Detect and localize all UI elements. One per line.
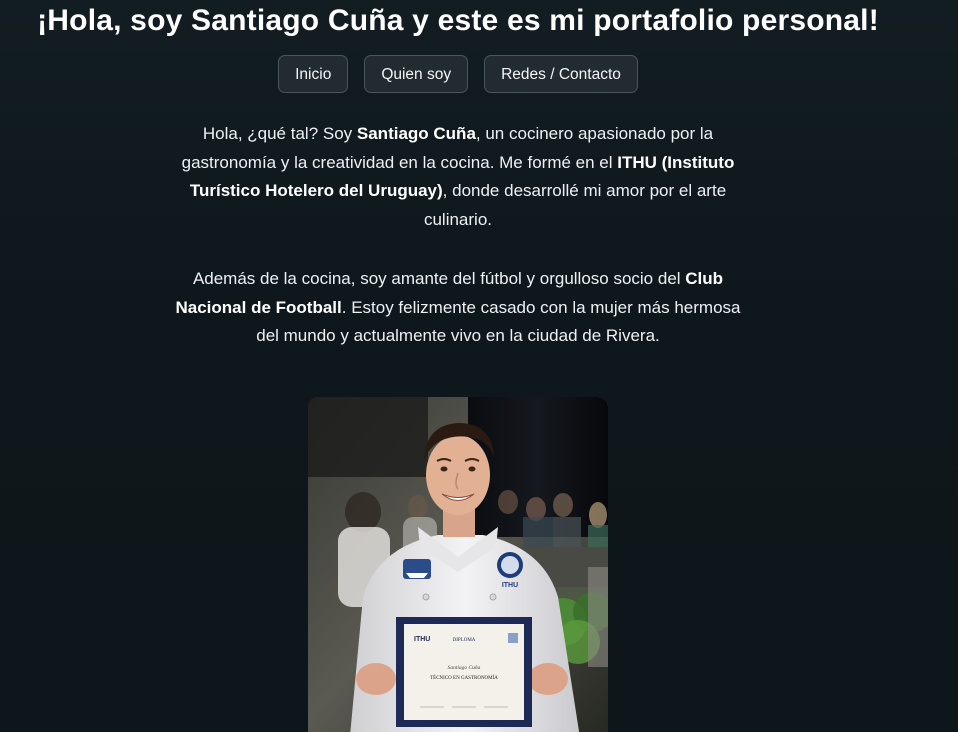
nav-button-inicio[interactable]: Inicio bbox=[278, 55, 349, 93]
bio-text: Además de la cocina, soy amante del fútb… bbox=[192, 269, 686, 288]
main-nav: Inicio Quien soy Redes / Contacto bbox=[0, 55, 916, 93]
bio-text: , donde desarrollé mi amor por el arte c… bbox=[423, 181, 727, 229]
diploma-title: TÉCNICO EN GASTRONOMÍA bbox=[430, 675, 498, 681]
jacket-badge-text: ITHU bbox=[502, 582, 518, 589]
diploma-name: Santiago Cuña bbox=[448, 665, 481, 671]
diploma-header: DIPLOMA bbox=[453, 638, 476, 643]
bio-name-highlight: Santiago Cuña bbox=[356, 124, 476, 143]
bio-paragraph-intro: Hola, ¿qué tal? Soy Santiago Cuña, un co… bbox=[165, 120, 751, 234]
bio-paragraph-personal: Además de la cocina, soy amante del fútb… bbox=[165, 265, 751, 351]
nav-button-redes-contacto[interactable]: Redes / Contacto bbox=[484, 55, 638, 93]
nav-button-quien-soy[interactable]: Quien soy bbox=[364, 55, 469, 93]
profile-photo-illustration: ITHU ITHU DIPLOMA Santiago Cuña TÉCNICO … bbox=[308, 397, 608, 732]
bio-text: Hola, ¿qué tal? Soy bbox=[202, 124, 357, 143]
diploma-logo: ITHU bbox=[414, 636, 430, 643]
page-title: ¡Hola, soy Santiago Cuña y este es mi po… bbox=[37, 4, 879, 37]
profile-photo: ITHU ITHU DIPLOMA Santiago Cuña TÉCNICO … bbox=[308, 397, 608, 732]
